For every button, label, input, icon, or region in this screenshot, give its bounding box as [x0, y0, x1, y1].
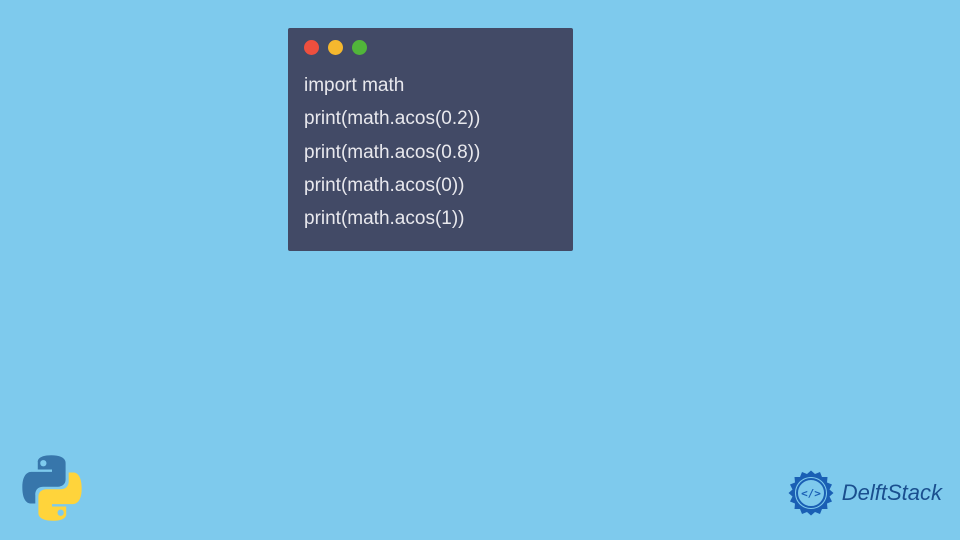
code-line: print(math.acos(1))	[304, 202, 557, 235]
code-window: import math print(math.acos(0.2)) print(…	[288, 28, 573, 251]
traffic-lights	[304, 40, 557, 55]
code-line: print(math.acos(0))	[304, 169, 557, 202]
minimize-icon	[328, 40, 343, 55]
code-line: print(math.acos(0.2))	[304, 102, 557, 135]
close-icon	[304, 40, 319, 55]
delftstack-logo: </> DelftStack	[786, 468, 942, 518]
svg-text:</>: </>	[801, 487, 821, 500]
code-line: import math	[304, 69, 557, 102]
code-line: print(math.acos(0.8))	[304, 136, 557, 169]
python-logo-icon	[18, 454, 86, 522]
brand-text: DelftStack	[842, 480, 942, 506]
code-content: import math print(math.acos(0.2)) print(…	[304, 69, 557, 235]
delftstack-gear-icon: </>	[786, 468, 836, 518]
maximize-icon	[352, 40, 367, 55]
